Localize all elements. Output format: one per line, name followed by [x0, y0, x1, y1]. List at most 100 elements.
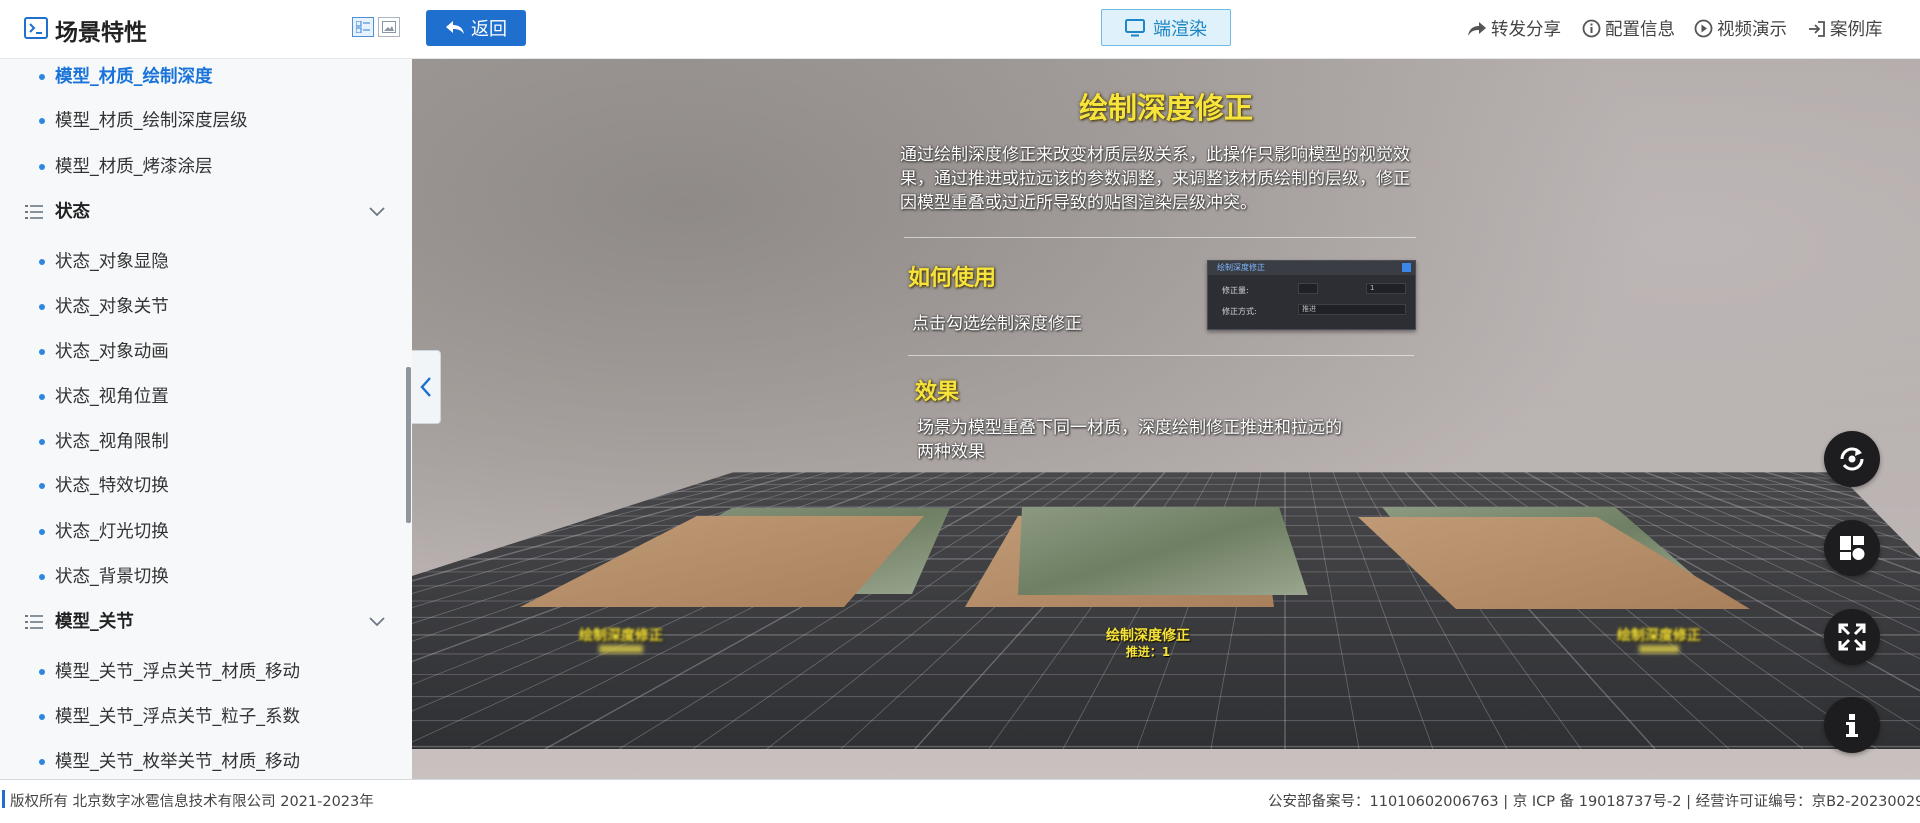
sidebar-section-state[interactable]: 状态	[0, 192, 408, 232]
sidebar-item-label: 状态_背景切换	[55, 567, 169, 587]
copyright-text: 版权所有 北京数字冰雹信息技术有限公司 2021-2023年	[10, 794, 374, 810]
sidebar-item-label: 状态_灯光切换	[55, 522, 169, 542]
sidebar-item-label: 模型_关节_浮点关节_粒子_系数	[55, 707, 300, 727]
bullet	[39, 574, 45, 580]
mode-select: 推进	[1298, 304, 1406, 315]
render-mode-button[interactable]: 端渲染	[1101, 9, 1231, 46]
sidebar-item-label: 模型_关节_浮点关节_材质_移动	[55, 662, 300, 682]
section-title: 模型_关节	[55, 612, 134, 632]
sidebar-section-model-joint[interactable]: 模型_关节	[0, 602, 408, 642]
terminal-icon	[24, 17, 48, 39]
sidebar-item-state-view-position[interactable]: 状态_视角位置	[0, 377, 408, 417]
back-button[interactable]: 返回	[426, 10, 526, 46]
case-library-label: 案例库	[1830, 20, 1883, 40]
layout-icon	[1840, 536, 1865, 560]
depth-correction-panel: 绘制深度修正 修正量: 1 修正方式: 推进	[1207, 260, 1416, 330]
case-library-link[interactable]: 案例库	[1808, 16, 1883, 41]
divider	[908, 355, 1414, 356]
footer: 版权所有 北京数字冰雹信息技术有限公司 2021-2023年 公安部备案号：11…	[0, 779, 1920, 823]
checkbox-checked-icon	[1402, 263, 1411, 272]
list-view-toggle[interactable]	[352, 17, 374, 37]
bullet	[39, 259, 45, 265]
effect-heading: 效果	[915, 380, 960, 405]
left-plane-label: 绘制深度修正	[579, 628, 663, 644]
amount-label: 修正量:	[1222, 286, 1249, 295]
left-plane-sublabel	[599, 645, 643, 653]
share-icon	[1468, 21, 1486, 36]
center-plane-label: 绘制深度修正	[1106, 628, 1190, 644]
chevron-down-icon	[369, 207, 385, 217]
bullet	[39, 759, 45, 765]
bullet	[39, 439, 45, 445]
monitor-icon	[1125, 18, 1145, 36]
fullscreen-icon	[1838, 623, 1866, 651]
collapse-sidebar-button[interactable]	[412, 350, 441, 424]
bullet	[39, 483, 45, 489]
sidebar: 场景特性 模型_材质_绘制深度 模型_材质_绘制深度层级 模型_材质_烤漆涂层 …	[0, 0, 413, 779]
image-view-icon	[382, 21, 396, 33]
sidebar-item-joint-float-material[interactable]: 模型_关节_浮点关节_材质_移动	[0, 652, 408, 692]
list-icon	[25, 205, 43, 219]
fullscreen-button[interactable]	[1824, 609, 1880, 665]
amount-slider	[1298, 283, 1318, 294]
image-view-toggle[interactable]	[378, 17, 400, 37]
layout-button[interactable]	[1824, 520, 1880, 576]
howto-text: 点击勾选绘制深度修正	[912, 314, 1082, 334]
bullet	[39, 349, 45, 355]
sidebar-scrollbar[interactable]	[406, 367, 411, 523]
mode-label: 修正方式:	[1222, 307, 1257, 316]
sidebar-item-material-depth[interactable]: 模型_材质_绘制深度	[0, 59, 408, 97]
divider	[904, 237, 1416, 238]
record-numbers: 公安部备案号：11010602006763 | 京 ICP 备 19018737…	[1268, 794, 1920, 810]
sidebar-item-label: 模型_材质_烤漆涂层	[55, 157, 213, 177]
bullet	[39, 669, 45, 675]
list-icon	[25, 615, 43, 629]
sidebar-item-label: 状态_特效切换	[55, 476, 169, 496]
effect-text-line1: 场景为模型重叠下同一材质，深度绘制修正推进和拉远的	[917, 418, 1342, 438]
render-viewport[interactable]: 绘制深度修正 通过绘制深度修正来改变材质层级关系，此操作只影响模型的视觉效果，通…	[412, 59, 1920, 779]
sidebar-item-state-visibility[interactable]: 状态_对象显隐	[0, 242, 408, 282]
bullet	[39, 74, 45, 80]
sidebar-item-state-light-switch[interactable]: 状态_灯光切换	[0, 512, 408, 552]
chevron-down-icon	[369, 617, 385, 627]
sidebar-item-joint-float-particle[interactable]: 模型_关节_浮点关节_粒子_系数	[0, 697, 408, 737]
sidebar-item-state-joint[interactable]: 状态_对象关节	[0, 287, 408, 327]
info-button[interactable]	[1824, 697, 1880, 753]
sidebar-item-label: 模型_材质_绘制深度	[55, 67, 213, 87]
bullet	[39, 714, 45, 720]
sidebar-header: 场景特性	[0, 0, 412, 59]
howto-heading: 如何使用	[908, 266, 997, 291]
back-arrow-icon	[446, 21, 464, 34]
effect-text-line2: 两种效果	[917, 442, 985, 462]
scene-title: 绘制深度修正	[1078, 91, 1253, 125]
bullet	[39, 394, 45, 400]
rotate-view-button[interactable]	[1824, 431, 1880, 487]
chevron-left-icon	[420, 377, 431, 397]
config-info-label: 配置信息	[1605, 20, 1675, 40]
bullet	[39, 529, 45, 535]
sidebar-item-state-effect-switch[interactable]: 状态_特效切换	[0, 466, 408, 506]
sidebar-item-material-depth-level[interactable]: 模型_材质_绘制深度层级	[0, 101, 408, 141]
video-demo-link[interactable]: 视频演示	[1694, 16, 1787, 41]
sidebar-item-label: 状态_对象动画	[55, 342, 169, 362]
share-link[interactable]: 转发分享	[1467, 16, 1561, 41]
rotate-icon	[1840, 447, 1864, 471]
footer-accent-bar	[2, 790, 5, 808]
config-info-link[interactable]: 配置信息	[1582, 16, 1675, 41]
bullet	[39, 118, 45, 124]
panel-header: 绘制深度修正	[1208, 261, 1415, 275]
scene-description: 通过绘制深度修正来改变材质层级关系，此操作只影响模型的视觉效果，通过推进或拉远该…	[900, 145, 1410, 213]
sidebar-item-state-background-switch[interactable]: 状态_背景切换	[0, 557, 408, 597]
back-button-label: 返回	[471, 19, 507, 40]
video-demo-label: 视频演示	[1717, 20, 1787, 40]
sidebar-item-material-paint[interactable]: 模型_材质_烤漆涂层	[0, 147, 408, 187]
share-link-label: 转发分享	[1491, 20, 1561, 40]
play-circle-icon	[1694, 19, 1713, 38]
enter-icon	[1809, 20, 1825, 37]
sidebar-item-joint-enum-material[interactable]: 模型_关节_枚举关节_材质_移动	[0, 742, 408, 779]
sidebar-item-state-animation[interactable]: 状态_对象动画	[0, 332, 408, 372]
right-plane-label: 绘制深度修正	[1617, 628, 1701, 644]
panel-title: 绘制深度修正	[1217, 263, 1265, 272]
center-plane-sublabel: 推进：1	[1125, 645, 1171, 659]
sidebar-item-state-view-limit[interactable]: 状态_视角限制	[0, 422, 408, 462]
